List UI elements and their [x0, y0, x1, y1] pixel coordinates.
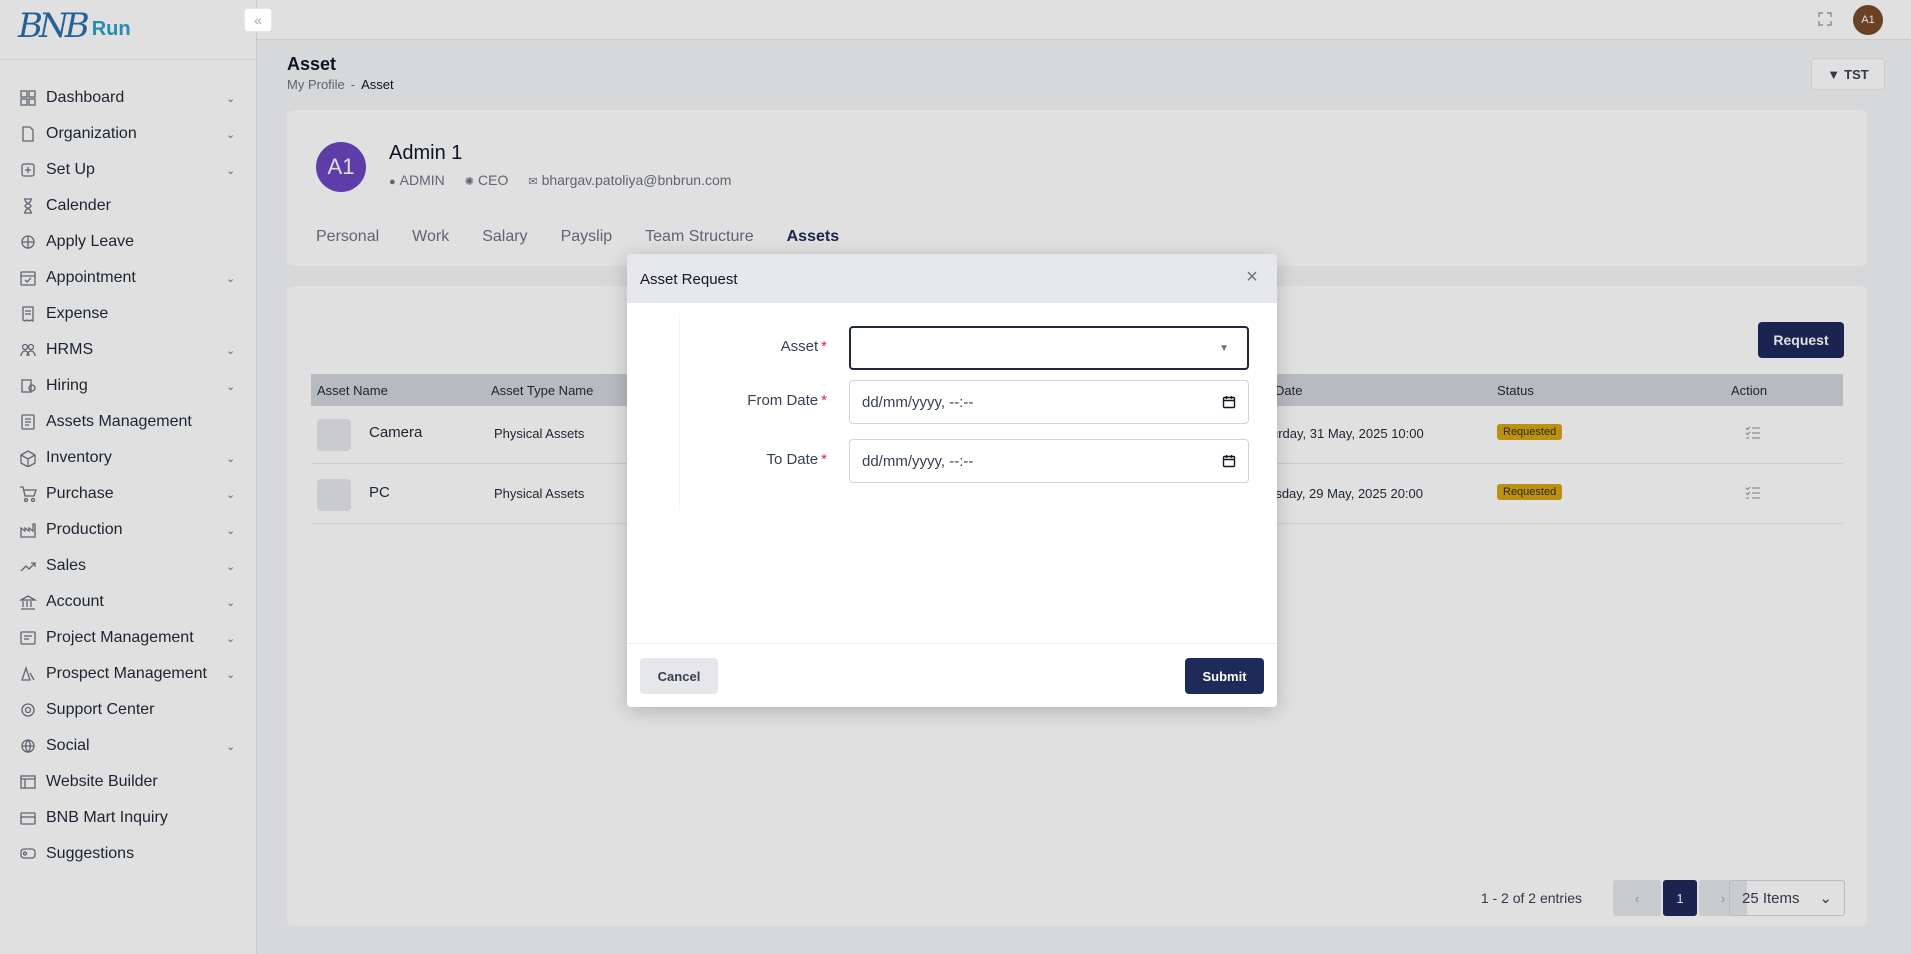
to-date-placeholder: dd/mm/yyyy, --:-- — [862, 452, 974, 470]
from-date-label: From Date * — [747, 392, 827, 409]
to-date-label: To Date * — [766, 451, 827, 468]
submit-button[interactable]: Submit — [1185, 658, 1264, 694]
asset-select[interactable]: ▼ — [849, 326, 1249, 370]
from-date-placeholder: dd/mm/yyyy, --:-- — [862, 393, 974, 411]
from-date-label-text: From Date — [747, 392, 819, 409]
caret-down-icon: ▼ — [1219, 342, 1229, 354]
cancel-button[interactable]: Cancel — [640, 658, 718, 694]
calendar-icon[interactable] — [1222, 454, 1236, 468]
close-icon[interactable]: × — [1243, 267, 1261, 287]
asset-field-row: Asset * ▼ — [680, 326, 1249, 370]
asset-label-text: Asset — [780, 338, 819, 355]
modal-footer: Cancel Submit — [627, 643, 1277, 707]
required-mark: * — [821, 451, 827, 468]
modal-header: Asset Request × — [627, 254, 1277, 303]
double-chevron-left-icon: « — [254, 12, 262, 28]
required-mark: * — [821, 392, 827, 409]
collapse-sidebar-button[interactable]: « — [244, 8, 272, 32]
asset-request-form: Asset * ▼ From Date * dd/mm/yyyy, --:-- To… — [679, 314, 1249, 510]
from-date-input[interactable]: dd/mm/yyyy, --:-- — [849, 380, 1249, 424]
from-date-row: From Date * dd/mm/yyyy, --:-- — [680, 380, 1249, 424]
required-mark: * — [821, 338, 827, 355]
to-date-input[interactable]: dd/mm/yyyy, --:-- — [849, 439, 1249, 483]
to-date-label-text: To Date — [766, 451, 819, 468]
asset-request-modal: Asset Request × Asset * ▼ From Date * dd/m… — [627, 254, 1277, 707]
asset-label: Asset * — [781, 338, 827, 355]
to-date-row: To Date * dd/mm/yyyy, --:-- — [680, 439, 1249, 483]
calendar-icon[interactable] — [1222, 395, 1236, 409]
modal-title: Asset Request — [640, 271, 738, 288]
